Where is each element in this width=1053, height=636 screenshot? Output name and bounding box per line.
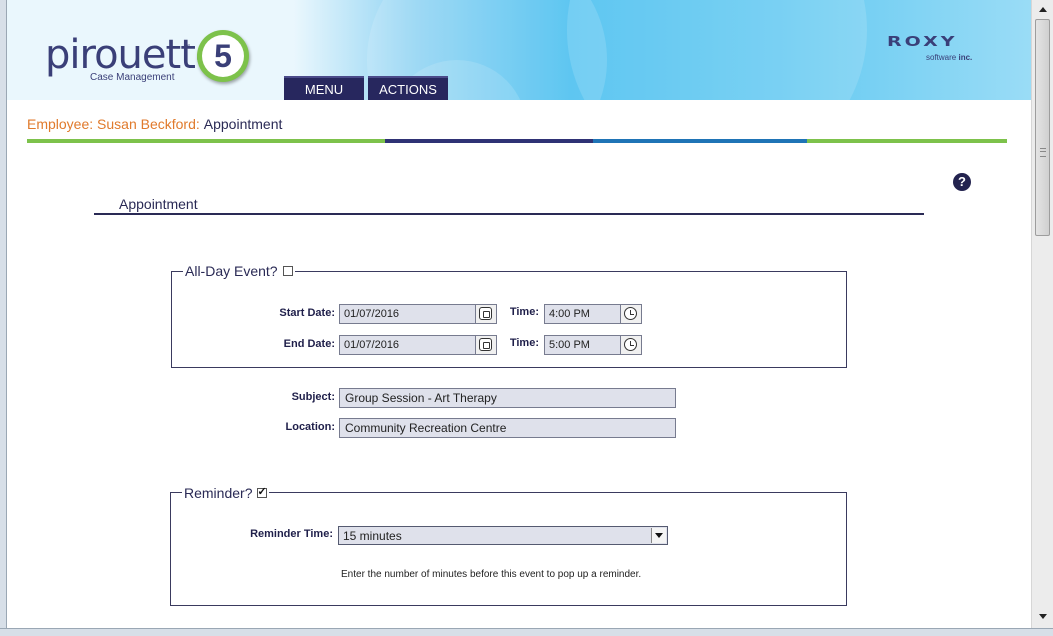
section-title: Appointment <box>119 196 198 212</box>
calendar-icon <box>479 307 492 320</box>
version-number: 5 <box>202 35 244 77</box>
end-time-picker-button[interactable] <box>620 335 642 355</box>
divider-bar-blue <box>593 139 807 143</box>
app-window: pirouette ™ Case Management 5 MENU ACTIO… <box>7 0 1053 636</box>
subject-label: Subject: <box>291 391 335 403</box>
clock-icon <box>624 307 637 320</box>
all-day-checkbox[interactable] <box>282 266 293 276</box>
reminder-group <box>170 492 847 606</box>
divider-bar-green-right <box>807 139 1007 143</box>
location-label: Location: <box>285 421 336 433</box>
scrollbar-thumb[interactable] <box>1035 19 1050 236</box>
reminder-legend: Reminder? <box>182 485 270 501</box>
breadcrumb-current-page: Appointment <box>203 116 283 132</box>
company-logo-subtitle: software inc. <box>926 53 972 62</box>
reminder-hint: Enter the number of minutes before this … <box>341 569 642 580</box>
reminder-time-value: 15 minutes <box>343 529 402 543</box>
subject-field[interactable]: Group Session - Art Therapy <box>339 388 676 408</box>
vertical-scrollbar[interactable] <box>1031 0 1053 628</box>
breadcrumb: Employee: Susan Beckford: Appointment <box>27 116 282 132</box>
company-logo: ROXY <box>887 34 958 50</box>
clock-icon <box>624 338 637 351</box>
start-date-label: Start Date: <box>279 307 335 319</box>
window-frame-left <box>0 0 7 636</box>
actions-button[interactable]: ACTIONS <box>368 76 448 100</box>
start-time-picker-button[interactable] <box>620 304 642 324</box>
end-date-field[interactable]: 01/07/2016 <box>339 335 477 355</box>
reminder-checkbox[interactable] <box>257 485 268 498</box>
divider-bar-green <box>27 139 385 143</box>
company-sub-suffix: inc. <box>958 53 973 62</box>
end-time-field[interactable]: 5:00 PM <box>544 335 622 355</box>
end-date-label: End Date: <box>283 338 335 350</box>
scroll-down-arrow-icon[interactable] <box>1035 610 1050 624</box>
end-time-label: Time: <box>509 337 539 349</box>
version-badge: 5 <box>197 30 249 82</box>
divider-bar-navy <box>385 139 593 143</box>
company-sub-prefix: software <box>926 53 957 62</box>
date-time-group <box>171 271 847 368</box>
chevron-down-icon[interactable] <box>651 528 666 543</box>
end-date-picker-button[interactable] <box>475 335 497 355</box>
question-circle-icon[interactable]: ? <box>953 173 971 191</box>
scroll-up-arrow-icon[interactable] <box>1035 3 1050 17</box>
header-banner: pirouette ™ Case Management 5 MENU ACTIO… <box>7 0 1031 100</box>
all-day-label: All-Day Event? <box>185 263 278 279</box>
start-date-field[interactable]: 01/07/2016 <box>339 304 477 324</box>
reminder-label: Reminder? <box>184 485 253 501</box>
start-time-field[interactable]: 4:00 PM <box>544 304 622 324</box>
menu-button[interactable]: MENU <box>284 76 364 100</box>
window-frame-bottom <box>0 628 1053 636</box>
all-day-legend: All-Day Event? <box>183 263 295 279</box>
breadcrumb-employee[interactable]: Employee: Susan Beckford: <box>27 116 200 132</box>
section-underline <box>94 213 924 215</box>
scrollbar-grip-icon <box>1040 148 1046 157</box>
location-field[interactable]: Community Recreation Centre <box>339 418 676 438</box>
reminder-time-select[interactable]: 15 minutes <box>338 526 668 545</box>
reminder-time-label: Reminder Time: <box>250 528 333 540</box>
start-date-picker-button[interactable] <box>475 304 497 324</box>
app-logo-subtitle: Case Management <box>90 72 175 83</box>
calendar-icon <box>479 338 492 351</box>
banner-decoration <box>567 0 867 100</box>
trademark-mark: ™ <box>184 44 190 50</box>
start-time-label: Time: <box>509 306 539 318</box>
